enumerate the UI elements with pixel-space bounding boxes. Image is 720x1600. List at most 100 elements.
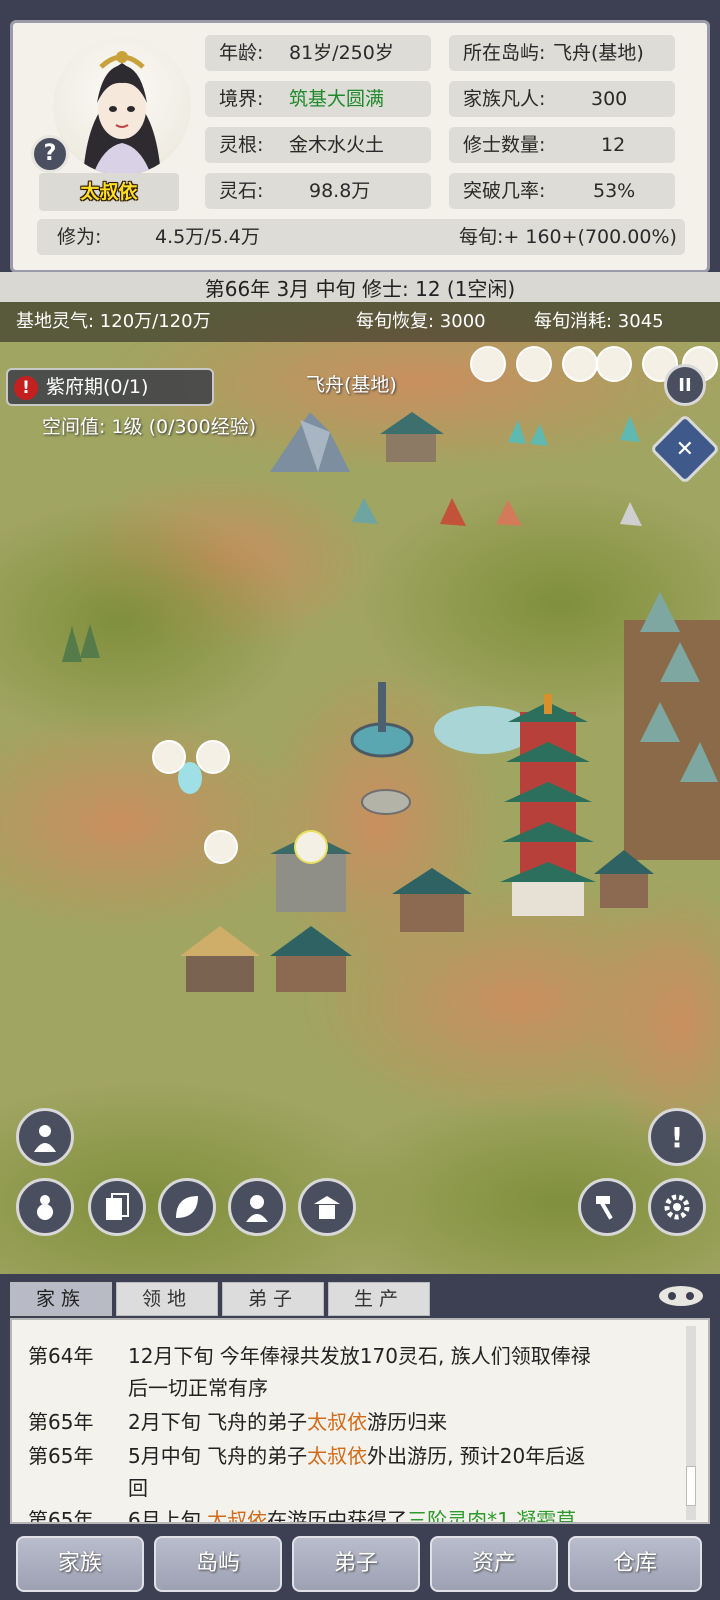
age-stat: 年龄: 81岁/250岁 [205,35,431,71]
log-year: 第65年 [28,1508,94,1524]
island-value: 飞舟(基地) [553,42,644,64]
tab-territory[interactable]: 领地 [116,1282,218,1316]
gourd-button[interactable] [16,1178,74,1236]
log-text: 外出游历, 预计20年后返 [367,1444,586,1468]
nav-family[interactable]: 家族 [16,1536,144,1592]
root-value: 金木水火土 [289,134,385,156]
stone-value: 98.8万 [309,180,371,202]
settings-button[interactable] [648,1178,706,1236]
nav-islands[interactable]: 岛屿 [154,1536,282,1592]
character-button[interactable] [16,1108,74,1166]
root-label: 灵根: [219,134,264,156]
log-item: 三阶灵肉*1 凝霜草 [407,1508,577,1524]
spirit-root-stat: 灵根: 金木水火土 [205,127,431,163]
cultivators-value: 12 [601,134,626,156]
disciple-button[interactable] [228,1178,286,1236]
build-button[interactable] [578,1178,636,1236]
disciple-avatar[interactable] [562,346,598,382]
cultivators-stat: 修士数量: 12 [449,127,675,163]
cultivation-label: 修为: [57,226,102,248]
realm-objective[interactable]: ! 紫府期(0/1) [6,368,214,406]
recovery-per-period: 每旬恢复: 3000 [356,311,486,332]
log-scrollbar[interactable] [686,1326,696,1520]
character-name: 太叔依 [39,173,179,211]
disciple-avatar[interactable] [470,346,506,382]
person-icon [34,1125,56,1152]
tab-family[interactable]: 家族 [10,1282,112,1316]
map-character-selected[interactable] [294,830,328,864]
stone-label: 灵石: [219,180,264,202]
event-log[interactable]: 第64年 12月下旬 今年俸禄共发放170灵石, 族人们领取俸禄 后一切正常有序 … [10,1318,710,1524]
consumption-per-period: 每旬消耗: 3045 [534,311,664,332]
mortals-stat: 家族凡人: 300 [449,81,675,117]
pause-button[interactable]: II [664,364,706,406]
herb-button[interactable] [158,1178,216,1236]
cards-button[interactable] [88,1178,146,1236]
gear-icon [664,1194,690,1220]
cultivation-bar: 修为: 4.5万/5.4万 每旬:+ 160+(700.00%) [37,219,685,255]
log-text: 6月上旬 [128,1508,208,1524]
character-portrait[interactable] [53,37,191,175]
breakthrough-label: 突破几率: [463,180,546,202]
nav-disciples[interactable]: 弟子 [292,1536,420,1592]
realm-stat: 境界: 筑基大圆满 [205,81,431,117]
date-status: 第66年 3月 中旬 修士: 12 (1空闲) [0,272,720,306]
log-tabs: 家族 领地 弟子 生产 [0,1274,720,1318]
log-row: 第65年 2月下旬 飞舟的弟子太叔依游历归来 [28,1406,447,1435]
log-row: 第65年 5月中旬 飞舟的弟子太叔依外出游历, 预计20年后返 [28,1440,585,1469]
disciple-avatar[interactable] [596,346,632,382]
per-period-gain: 每旬:+ 160+(700.00%) [459,226,677,248]
log-year: 第65年 [28,1444,94,1468]
hammer-icon [596,1196,613,1220]
map-character[interactable] [152,740,186,774]
disciple-avatar[interactable] [516,346,552,382]
tab-production[interactable]: 生产 [328,1282,430,1316]
base-map[interactable] [0,302,720,1274]
character-panel: ? 太叔依 年龄: 81岁/250岁 境界: 筑基大圆满 灵根: 金木水火土 灵… [10,20,710,273]
mortals-label: 家族凡人: [463,88,546,110]
log-year: 第65年 [28,1410,94,1434]
pavilion-icon [314,1196,340,1219]
log-row-continuation: 回 [128,1476,148,1500]
age-label: 年龄: [219,42,264,64]
log-text: 12月下旬 今年俸禄共发放170灵石, 族人们领取俸禄 [128,1344,591,1368]
scrollbar-thumb[interactable] [686,1466,696,1506]
mortals-value: 300 [591,88,628,110]
help-button[interactable]: ? [31,135,69,173]
base-qi: 基地灵气: 120万/120万 [16,311,211,332]
log-text: 2月下旬 飞舟的弟子 [128,1410,308,1434]
log-person[interactable]: 太叔依 [307,1410,367,1434]
tab-disciples[interactable]: 弟子 [222,1282,324,1316]
log-text: 5月中旬 飞舟的弟子 [128,1444,308,1468]
breakthrough-stat: 突破几率: 53% [449,173,675,209]
collapse-log-button[interactable] [656,1282,706,1310]
leaf-icon [176,1196,198,1218]
building-button[interactable] [298,1178,356,1236]
alert-button[interactable]: ! [648,1108,706,1166]
spirit-stone-stat: 灵石: 98.8万 [205,173,431,209]
cards-icon [106,1193,129,1220]
map-character[interactable] [204,830,238,864]
log-person[interactable]: 太叔依 [307,1444,367,1468]
log-text: 游历归来 [367,1410,448,1434]
log-text: 在游历中获得了 [267,1508,408,1524]
cultivation-value: 4.5万/5.4万 [155,226,260,248]
realm-label: 境界: [219,88,264,110]
log-person[interactable]: 太叔依 [207,1508,267,1522]
island-stat: 所在岛屿: 飞舟(基地) [449,35,675,71]
game-screen: ? 太叔依 年龄: 81岁/250岁 境界: 筑基大圆满 灵根: 金木水火土 灵… [0,0,720,1600]
log-year: 第64年 [28,1344,94,1368]
nav-warehouse[interactable]: 仓库 [568,1536,702,1592]
scroll-ornament-icon [659,1286,703,1306]
age-value: 81岁/250岁 [289,42,394,64]
space-level: 空间值: 1级 (0/300经验) [42,416,257,438]
realm-objective-text: 紫府期(0/1) [46,376,149,398]
breakthrough-value: 53% [593,180,636,202]
realm-value: 筑基大圆满 [289,88,385,110]
island-label: 所在岛屿: [463,42,546,64]
log-row-continuation: 后一切正常有序 [128,1376,268,1400]
close-icon: ✕ [675,436,695,462]
cultivators-label: 修士数量: [463,134,546,156]
nav-assets[interactable]: 资产 [430,1536,558,1592]
map-character[interactable] [196,740,230,774]
